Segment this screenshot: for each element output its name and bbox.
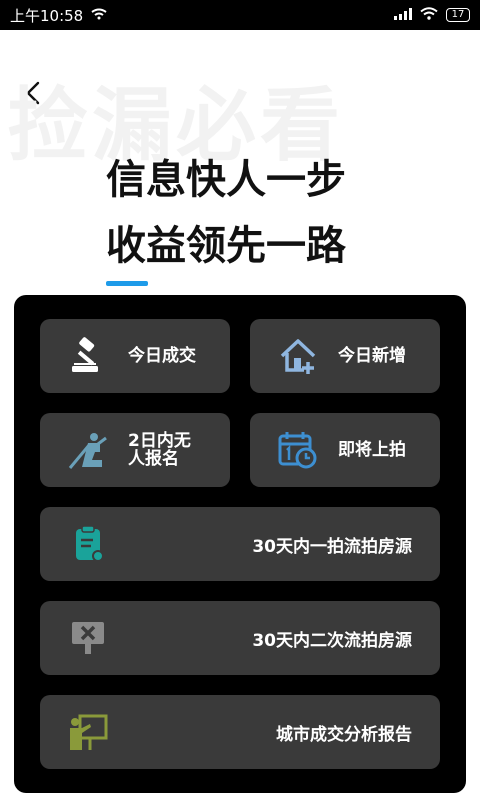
today-deal-button[interactable]: 今日成交	[40, 319, 230, 393]
battery-icon: 17	[446, 8, 470, 22]
headline: 信息快人一步 收益领先一路	[106, 150, 346, 276]
first-failed-button[interactable]: 30天内一拍流拍房源	[40, 507, 440, 581]
auction-gavel-icon	[68, 336, 108, 376]
no-bidder-button[interactable]: 2日内无 人报名	[40, 413, 230, 487]
no-bidder-label: 2日内无 人报名	[128, 432, 191, 468]
today-deal-label: 今日成交	[128, 346, 196, 366]
status-bar-left: 上午10:58	[10, 5, 107, 26]
cell-signal-icon	[394, 6, 412, 24]
house-add-icon	[278, 336, 318, 376]
city-report-button[interactable]: 城市成交分析报告	[40, 695, 440, 769]
upcoming-button[interactable]: 即将上拍	[250, 413, 440, 487]
no-bidder-label-line2: 人报名	[128, 449, 179, 469]
headline-underline	[106, 281, 148, 286]
upcoming-label: 即将上拍	[338, 440, 406, 460]
second-failed-label: 30天内二次流拍房源	[252, 630, 412, 651]
first-failed-label: 30天内一拍流拍房源	[252, 536, 412, 557]
headline-line2: 收益领先一路	[106, 223, 346, 269]
menu-panel: 今日成交 今日新增 2日内无 人报名 即将上拍 30天内一拍流拍房源 30天内二…	[14, 295, 466, 793]
headline-line1: 信息快人一步	[106, 157, 346, 203]
person-auction-icon	[68, 430, 108, 470]
city-report-label: 城市成交分析报告	[276, 724, 412, 745]
status-bar-right: 17	[394, 6, 470, 24]
today-new-label: 今日新增	[338, 346, 406, 366]
presentation-board-icon	[68, 712, 108, 752]
sign-cancel-icon	[68, 618, 108, 658]
wifi-icon	[420, 6, 438, 24]
battery-level: 17	[451, 9, 465, 20]
second-failed-button[interactable]: 30天内二次流拍房源	[40, 601, 440, 675]
clipboard-icon	[68, 524, 108, 564]
signal-indicator-icon	[91, 6, 107, 24]
calendar-clock-icon	[278, 430, 318, 470]
status-bar: 上午10:58 17	[0, 0, 480, 30]
no-bidder-label-line1: 2日内无	[128, 431, 191, 451]
status-time: 上午10:58	[10, 6, 84, 25]
today-new-button[interactable]: 今日新增	[250, 319, 440, 393]
